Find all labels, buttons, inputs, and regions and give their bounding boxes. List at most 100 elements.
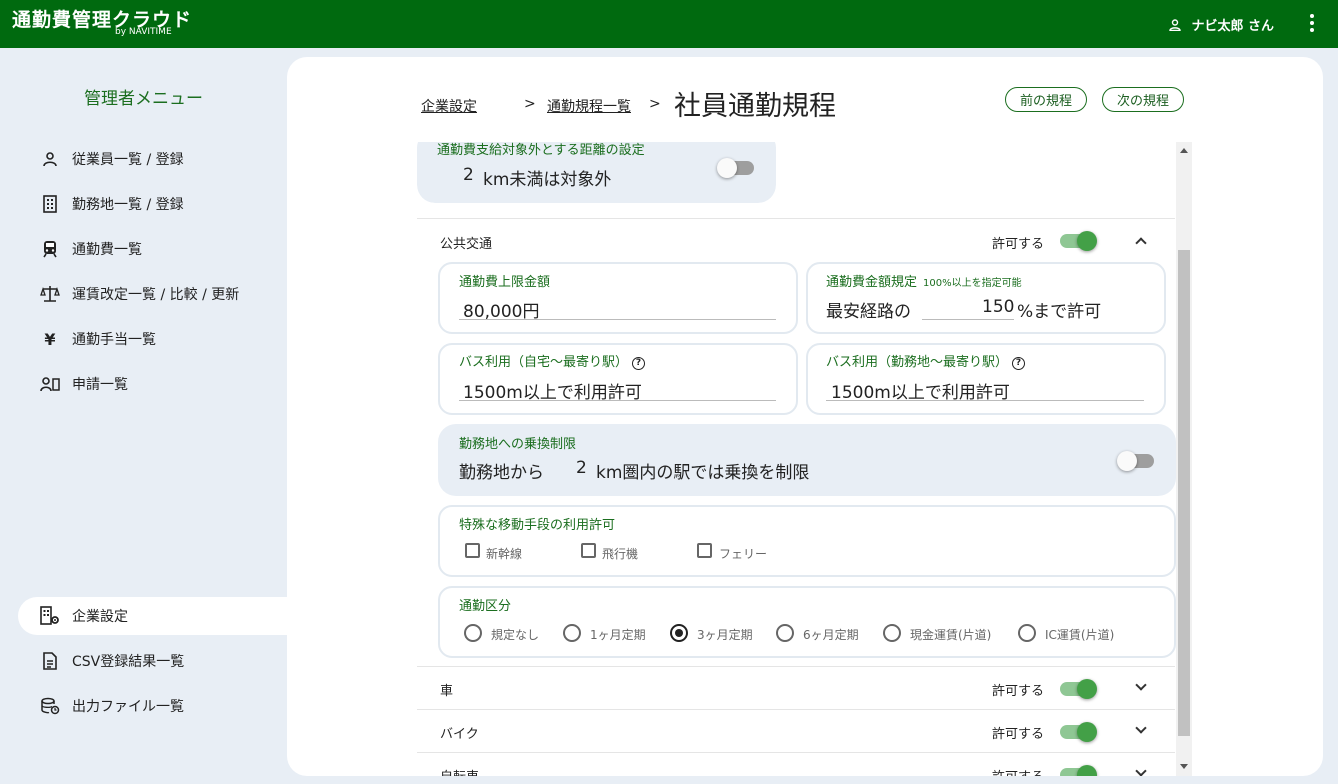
commute-category-card [438,586,1176,658]
radio-label: 現金運賃(片道) [910,628,992,642]
sidebar-title: 管理者メニュー [84,89,203,109]
chevron-down-icon[interactable] [1135,765,1147,776]
sidebar-item-fare-revisions[interactable]: 運賃改定一覧 / 比較 / 更新 [40,282,239,306]
breadcrumb: 企業設定 [421,96,477,116]
transfer-distance-input[interactable]: 2 [576,458,587,478]
category-radio-6month[interactable] [776,624,794,642]
distance-value[interactable]: 2 [463,165,474,185]
amount-rule-prefix: 最安経路の [826,302,911,322]
category-radio-ic[interactable] [1018,624,1036,642]
sidebar-item-label: 企業設定 [72,609,128,625]
scale-icon [40,284,60,304]
radio-label: IC運賃(片道) [1045,628,1115,642]
ferry-checkbox[interactable] [697,543,712,558]
application-icon [40,374,60,394]
sidebar-item-allowances[interactable]: ¥ 通勤手当一覧 [40,327,156,351]
public-transport-toggle[interactable] [1060,231,1097,251]
distance-suffix: km未満は対象外 [483,170,612,190]
amount-rule-label: 通勤費金額規定 100%以上を指定可能 [826,271,1022,290]
checkbox-label: フェリー [719,547,768,561]
input-underline [922,319,1014,320]
radio-label: 3ヶ月定期 [697,628,753,642]
app-sub: by NAVITIME [115,27,172,37]
breadcrumb-rules-list[interactable]: 通勤規程一覧 [547,99,631,115]
output-file-icon [40,696,60,716]
sidebar-item-label: 通勤費一覧 [72,242,142,258]
input-underline [459,400,776,401]
category-radio-none[interactable] [464,624,482,642]
breadcrumb: 通勤規程一覧 [547,96,631,116]
shinkansen-checkbox[interactable] [465,543,480,558]
chevron-up-icon[interactable] [1135,237,1147,249]
limit-amount-label: 通勤費上限金額 [459,275,551,290]
category-radio-3month[interactable] [670,624,688,642]
sidebar-item-label: 出力ファイル一覧 [72,699,184,715]
section-bicycle[interactable]: 自転車 許可する [417,752,1175,776]
user-menu[interactable]: ナビ太郎 さん [1169,15,1274,34]
sidebar-item-csv-results[interactable]: CSV登録結果一覧 [40,649,184,673]
company-settings-icon [40,606,60,626]
page-title: 社員通勤規程 [674,91,836,122]
distance-toggle[interactable] [717,158,754,178]
breadcrumb-company-settings[interactable]: 企業設定 [421,99,477,115]
chevron-down-icon[interactable] [1135,722,1147,734]
building-icon [40,194,60,214]
sidebar-item-commute-costs[interactable]: 通勤費一覧 [40,237,142,261]
sidebar-item-label: 従業員一覧 / 登録 [72,152,184,168]
person-icon [40,149,60,169]
scroll-down-icon[interactable] [1180,764,1188,769]
app-logo[interactable]: 通勤費管理クラウド by NAVITIME [12,5,192,37]
bike-toggle[interactable] [1060,722,1097,742]
checkbox-label: 新幹線 [486,547,523,561]
user-name: ナビ太郎 さん [1191,19,1274,34]
transfer-suffix: km圏内の駅では乗換を制限 [596,463,810,483]
allow-label: 許可する [992,766,1044,776]
more-vert-icon[interactable] [1304,12,1320,34]
special-transport-label: 特殊な移動手段の利用許可 [459,518,616,533]
sidebar-item-company-settings[interactable]: 企業設定 [40,604,128,628]
bus-work-label: バス利用（勤務地～最寄り駅）? [826,351,1026,370]
bicycle-toggle[interactable] [1060,765,1097,776]
breadcrumb-separator: > [649,96,661,112]
checkbox-label: 飛行機 [602,547,639,561]
sidebar-item-applications[interactable]: 申請一覧 [40,372,128,396]
car-toggle[interactable] [1060,679,1097,699]
prev-rule-button[interactable]: 前の規程 [1005,87,1088,112]
content-scrollbar[interactable] [1176,142,1192,776]
allow-label: 許可する [992,684,1045,699]
sidebar-item-employees[interactable]: 従業員一覧 / 登録 [40,147,184,171]
amount-rule-title: 通勤費金額規定 [826,275,918,290]
sidebar-item-output-files[interactable]: 出力ファイル一覧 [40,694,184,718]
section-public-transport[interactable]: 公共交通 許可する [417,218,1175,262]
category-radio-cash[interactable] [883,624,901,642]
transfer-toggle[interactable] [1117,451,1154,471]
radio-label: 1ヶ月定期 [590,628,646,642]
transfer-prefix: 勤務地から [459,463,544,483]
scrollbar-thumb[interactable] [1178,250,1190,736]
section-label: 自転車 [440,766,479,776]
bus-home-title: バス利用（自宅～最寄り駅） [459,355,629,370]
airplane-checkbox[interactable] [581,543,596,558]
section-label: 車 [440,684,454,699]
transfer-label: 勤務地への乗換制限 [459,437,577,452]
help-icon[interactable]: ? [632,357,646,370]
radio-label: 6ヶ月定期 [803,628,859,642]
next-rule-button[interactable]: 次の規程 [1102,87,1185,112]
csv-file-icon [40,651,60,671]
yen-icon: ¥ [44,329,56,349]
person-icon [1169,18,1182,31]
distance-label: 通勤費支給対象外とする距離の設定 [437,143,645,158]
category-radio-1month[interactable] [563,624,581,642]
chevron-down-icon[interactable] [1135,679,1147,691]
help-icon[interactable]: ? [1012,357,1026,370]
input-underline [459,319,776,320]
allow-label: 許可する [992,237,1045,252]
section-bike[interactable]: バイク 許可する [417,709,1175,752]
sidebar-item-workplaces[interactable]: 勤務地一覧 / 登録 [40,192,184,216]
section-car[interactable]: 車 許可する [417,666,1175,709]
amount-rule-note: 100%以上を指定可能 [923,278,1022,289]
sidebar-item-label: 通勤手当一覧 [72,332,156,348]
amount-rule-input[interactable]: 150 [982,297,1014,317]
section-label: バイク [440,727,479,742]
scroll-up-icon[interactable] [1180,148,1188,153]
